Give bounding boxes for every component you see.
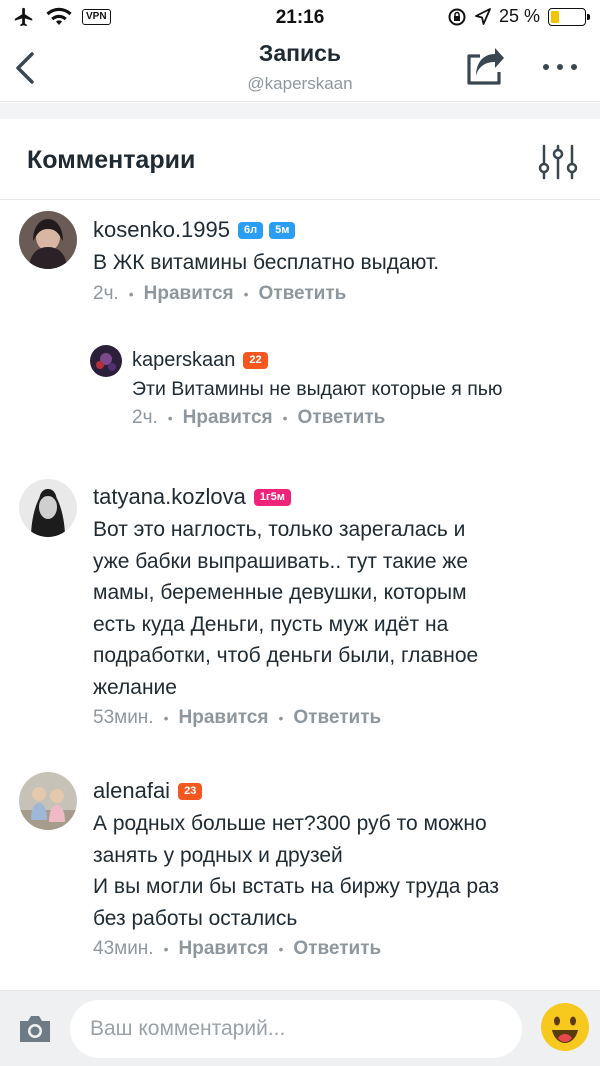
section-divider [0, 103, 600, 119]
status-bar: VPN 21:16 25 % [0, 0, 600, 36]
share-icon[interactable] [464, 46, 506, 88]
like-button[interactable]: Нравится [183, 407, 273, 429]
camera-icon[interactable] [16, 1011, 54, 1047]
like-button[interactable]: Нравится [144, 283, 234, 305]
more-icon[interactable] [540, 50, 580, 84]
level-badge: 6л [238, 221, 264, 239]
page-subtitle[interactable]: @kaperskaan [0, 74, 600, 94]
level-badge: 5м [269, 221, 296, 239]
comment-line: Вот это наглость, только зарегалась и [93, 518, 466, 541]
reply-button[interactable]: Ответить [293, 707, 381, 729]
reply-button[interactable]: Ответить [293, 938, 381, 960]
comment-time: 2ч. [93, 282, 119, 304]
like-button[interactable]: Нравится [179, 938, 269, 960]
comment-line: есть куда Деньги, пусть муж идёт на [93, 612, 449, 636]
comment-line: подработки, чтоб деньги были, главное [93, 644, 479, 667]
battery-percent: 25 % [498, 6, 540, 26]
comment-time: 53мин. [93, 707, 154, 728]
location-arrow-icon [475, 7, 491, 25]
comment-text: А родных больше нет?300 руб то можно зан… [93, 808, 588, 934]
comment-time: 43мин. [93, 938, 154, 959]
reply-text: Эти Витамины не выдают которые я пью [132, 378, 503, 400]
comment-input[interactable] [70, 1000, 522, 1058]
navigation-bar: Запись @kaperskaan [0, 36, 600, 102]
lock-rotation-icon [448, 8, 466, 25]
comment-text: Вот это наглость, только зарегалась и уж… [93, 514, 588, 703]
level-badge: 23 [178, 782, 203, 800]
comment-line: А родных больше нет?300 руб то можно [93, 812, 487, 835]
comment-username[interactable]: alenafai [93, 778, 170, 804]
comment-composer [0, 990, 600, 1066]
avatar[interactable] [19, 772, 77, 830]
comments-title: Комментарии [27, 146, 196, 174]
emoji-icon[interactable] [540, 1002, 590, 1052]
avatar[interactable] [19, 479, 77, 537]
reply-username[interactable]: kaperskaan [132, 349, 235, 372]
reply-button[interactable]: Ответить [298, 407, 386, 429]
avatar[interactable] [90, 345, 122, 377]
comment-line: И вы могли бы встать на биржу труда раз [93, 875, 500, 898]
comments-header: Комментарии [0, 120, 600, 200]
level-badge: 1г5м [253, 488, 291, 506]
comment-line: занять у родных и друзей [93, 843, 343, 867]
comment-username[interactable]: kosenko.1995 [93, 217, 230, 243]
reply-button[interactable]: Ответить [259, 283, 347, 305]
reply-time: 2ч. [132, 407, 158, 428]
like-button[interactable]: Нравится [179, 707, 269, 729]
battery-icon [548, 7, 590, 26]
comment-line: уже бабки выпрашивать.. тут такие же [93, 549, 469, 573]
avatar[interactable] [19, 211, 77, 269]
comment-line: без работы остались [93, 906, 298, 930]
comment-line: желание [93, 675, 177, 699]
level-badge: 22 [243, 352, 268, 369]
comment-text: В ЖК витамины бесплатно выдают. [93, 251, 440, 274]
comment-username[interactable]: tatyana.kozlova [93, 484, 246, 510]
comment-line: мамы, беременные девушки, которым [93, 581, 467, 604]
page-title: Запись [258, 40, 342, 66]
filter-icon[interactable] [538, 142, 578, 182]
